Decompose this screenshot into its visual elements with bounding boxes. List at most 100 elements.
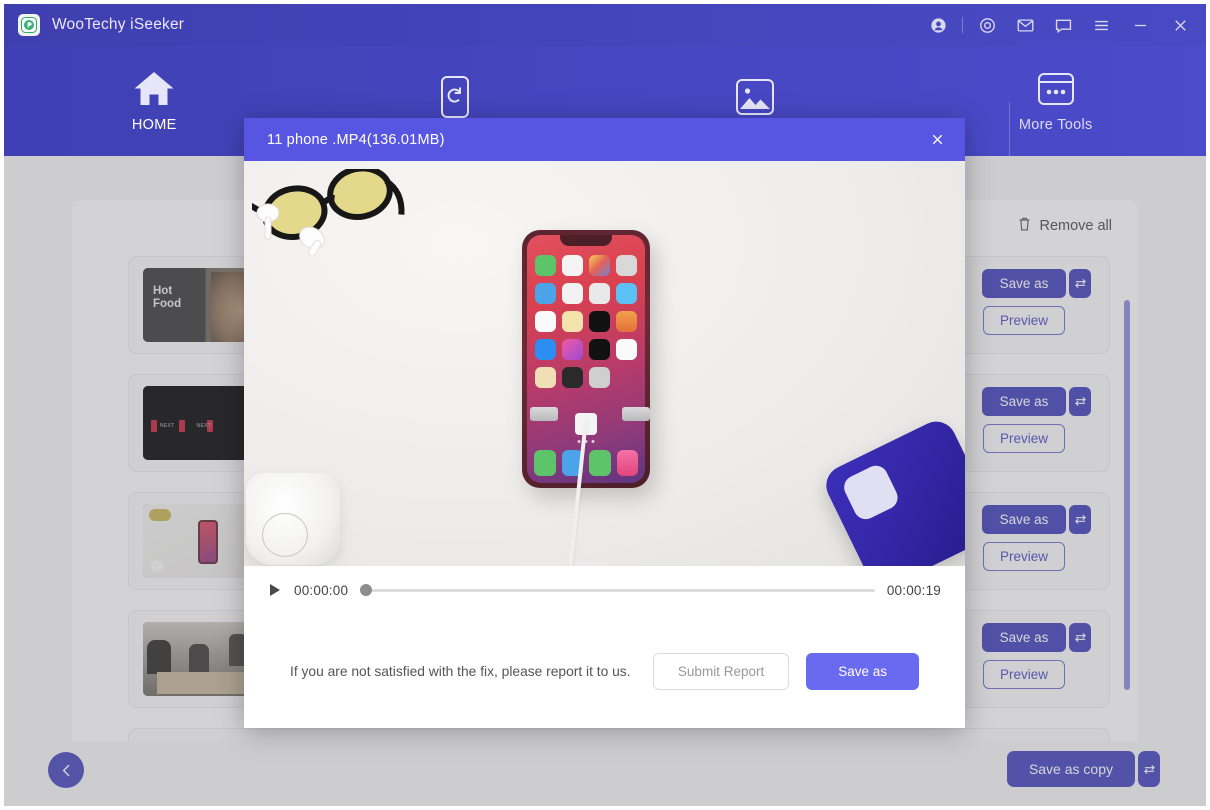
iphone-screen (527, 235, 645, 483)
modal-title: 11 phone .MP4(136.01MB) (267, 131, 445, 148)
remove-all-button[interactable]: Remove all (1017, 216, 1112, 236)
app-icon (589, 339, 610, 360)
list-scrollbar[interactable] (1124, 300, 1130, 690)
dock-icon-messages (589, 450, 611, 476)
account-icon[interactable] (919, 5, 957, 45)
save-as-copy-button[interactable]: Save as copy (1006, 751, 1135, 787)
phone-stand-right (622, 407, 650, 421)
iphone-object (522, 230, 650, 488)
save-as-copy-group: Save as copy (1006, 751, 1160, 787)
app-logo-icon (18, 14, 40, 36)
save-as-button[interactable]: Save as (982, 387, 1066, 416)
close-icon[interactable] (917, 119, 957, 161)
airpods-case-object (246, 473, 340, 565)
iphone-notch (560, 235, 612, 246)
app-icon-empty (616, 367, 637, 388)
app-icon (562, 283, 583, 304)
swap-icon[interactable] (1069, 505, 1091, 534)
remove-all-label: Remove all (1039, 218, 1112, 234)
preview-button[interactable]: Preview (982, 424, 1065, 453)
app-icon (589, 367, 610, 388)
phone-stand-left (530, 407, 558, 421)
swap-icon[interactable] (1069, 269, 1091, 298)
save-as-button[interactable]: Save as (982, 623, 1066, 652)
close-icon[interactable] (1160, 5, 1200, 45)
slider-track (370, 588, 875, 592)
video-viewport[interactable] (244, 161, 965, 566)
app-icon (535, 311, 556, 332)
blue-phone-object (819, 414, 965, 566)
trash-icon (1017, 216, 1032, 236)
swap-icon[interactable] (1069, 387, 1091, 416)
video-preview-modal: 11 phone .MP4(136.01MB) 00:00:00 00:00:1… (244, 118, 965, 728)
app-icon (562, 311, 583, 332)
report-message: If you are not satisfied with the fix, p… (290, 663, 631, 679)
titlebar-divider (962, 17, 963, 33)
modal-footer: If you are not satisfied with the fix, p… (244, 614, 965, 728)
submit-report-button[interactable]: Submit Report (652, 652, 790, 690)
app-icon (616, 339, 637, 360)
app-icon (616, 255, 637, 276)
more-tools-icon (1037, 70, 1075, 108)
page-dots (577, 440, 595, 443)
airpod-second (290, 225, 350, 257)
nav-divider (1009, 102, 1010, 156)
photo-icon (735, 78, 775, 116)
app-icon (535, 283, 556, 304)
save-as-group: Save as (982, 387, 1091, 416)
slider-handle[interactable] (360, 584, 373, 596)
menu-icon[interactable] (1082, 5, 1120, 45)
app-grid (535, 255, 637, 388)
thumb-overlay-text: Hot Food (153, 285, 182, 310)
app-icon (535, 255, 556, 276)
modal-save-as-button[interactable]: Save as (806, 652, 919, 690)
save-as-group: Save as (982, 269, 1091, 298)
nav-label-home: HOME (131, 116, 177, 133)
app-icon (616, 283, 637, 304)
swap-icon[interactable] (1138, 751, 1160, 787)
row-actions: Save as Preview (982, 387, 1091, 453)
video-frame (244, 161, 965, 566)
titlebar-icons (919, 5, 1200, 45)
minimize-icon[interactable] (1120, 5, 1160, 45)
app-icon (616, 311, 637, 332)
app-icon (562, 255, 583, 276)
modal-header: 11 phone .MP4(136.01MB) (244, 118, 965, 161)
dock-icon-music (616, 450, 638, 476)
video-progress-slider[interactable] (360, 582, 875, 598)
current-time-label: 00:00:00 (294, 582, 349, 598)
save-as-button[interactable]: Save as (982, 269, 1066, 298)
thumb-overlay-text: NEXT NEXT (160, 423, 212, 429)
row-actions: Save as Preview (982, 269, 1091, 335)
preview-button[interactable]: Preview (982, 660, 1065, 689)
video-player-controls: 00:00:00 00:00:19 (244, 566, 965, 614)
app-icon (589, 283, 610, 304)
app-icon (589, 255, 610, 276)
app-icon (562, 367, 583, 388)
target-icon[interactable] (968, 5, 1006, 45)
chat-icon[interactable] (1044, 5, 1082, 45)
home-icon (132, 70, 176, 108)
footer-bar: Save as copy (4, 742, 1206, 806)
app-icon (562, 339, 583, 360)
swap-icon[interactable] (1069, 623, 1091, 652)
app-icon (589, 311, 610, 332)
phone-refresh-icon (440, 75, 470, 119)
play-icon[interactable] (268, 583, 282, 597)
row-actions: Save as Preview (982, 623, 1091, 689)
app-icon (535, 367, 556, 388)
nav-label-more-tools: More Tools (1018, 116, 1093, 133)
app-icon (535, 339, 556, 360)
save-as-group: Save as (982, 623, 1091, 652)
row-actions: Save as Preview (982, 505, 1091, 571)
preview-button[interactable]: Preview (982, 542, 1065, 571)
save-as-button[interactable]: Save as (982, 505, 1066, 534)
mail-icon[interactable] (1006, 5, 1044, 45)
window-title: WooTechy iSeeker (52, 16, 185, 33)
preview-button[interactable]: Preview (982, 306, 1065, 335)
dock-icon-phone (534, 450, 556, 476)
title-bar: WooTechy iSeeker (4, 4, 1206, 46)
total-time-label: 00:00:19 (886, 582, 941, 598)
iphone-dock (534, 450, 638, 476)
back-arrow-icon[interactable] (48, 752, 84, 788)
